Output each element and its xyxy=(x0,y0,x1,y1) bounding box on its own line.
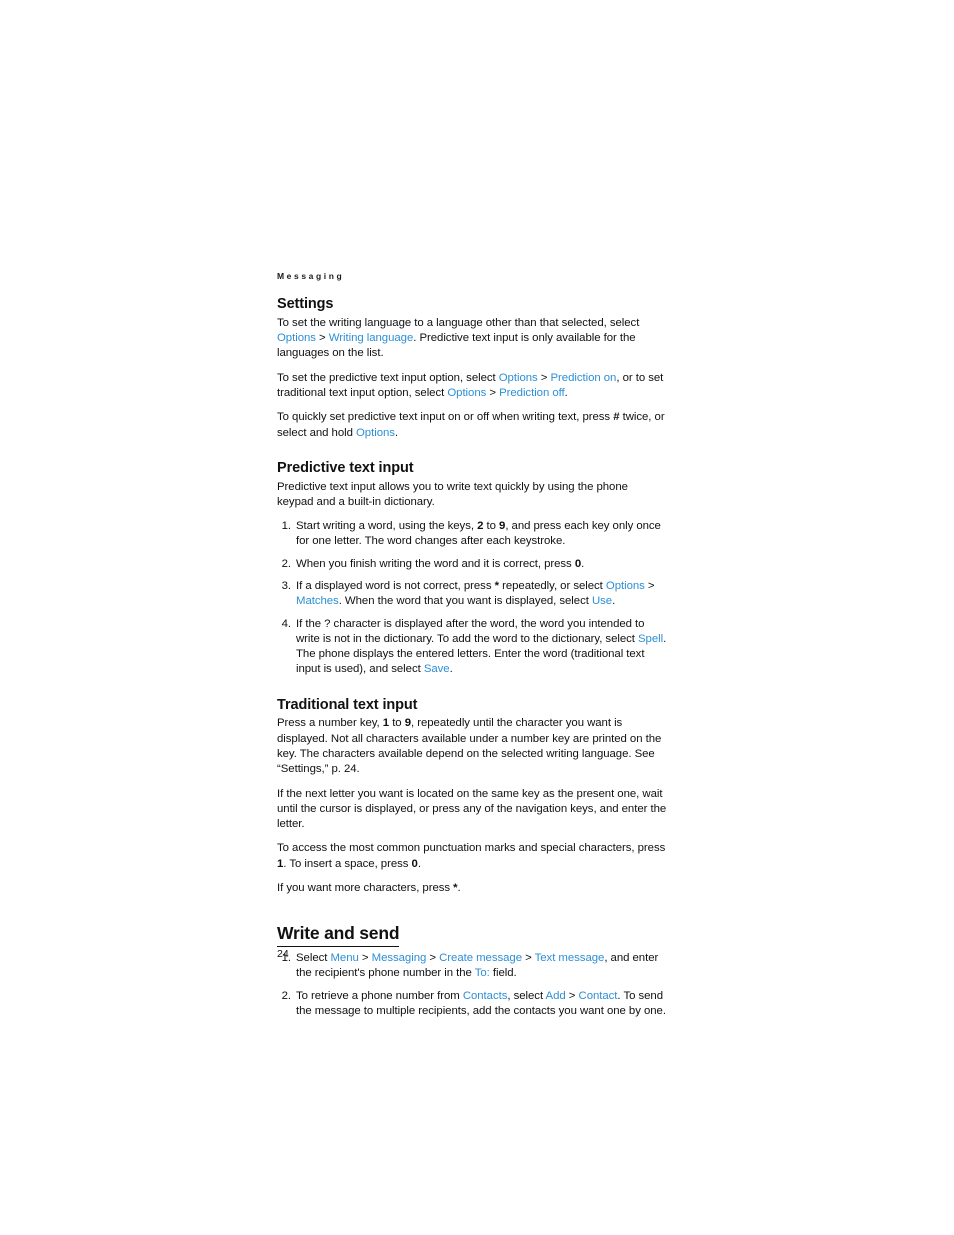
running-head: Messaging xyxy=(277,271,345,281)
text-run: repeatedly, or select xyxy=(498,580,606,592)
link-matches[interactable]: Matches xyxy=(296,595,339,607)
predictive-steps-list: 1. Start writing a word, using the keys, … xyxy=(277,519,667,678)
list-number: 4. xyxy=(281,617,291,630)
link-contacts[interactable]: Contacts xyxy=(463,990,508,1002)
link-menu[interactable]: Menu xyxy=(330,952,358,964)
heading-write-and-send-text: Write and send xyxy=(277,922,400,948)
link-options[interactable]: Options xyxy=(356,427,395,439)
text-run: . xyxy=(581,557,585,570)
text-run: . When the word that you want is display… xyxy=(338,595,592,608)
text-run: > xyxy=(537,371,551,384)
link-prediction-off[interactable]: Prediction off xyxy=(499,387,565,399)
list-item: 4. If the ? character is displayed after … xyxy=(277,617,667,678)
write-and-send-steps-list: 1. Select Menu > Messaging > Create messa… xyxy=(277,951,667,1019)
text-run: > xyxy=(486,387,500,400)
text-run: . xyxy=(449,663,453,676)
text-run: field. xyxy=(489,967,517,980)
text-run: If you want more characters, press xyxy=(277,882,454,894)
link-options[interactable]: Options xyxy=(499,372,538,384)
text-run: , select xyxy=(507,989,546,1002)
text-run: . xyxy=(457,882,461,894)
text-run: To quickly set predictive text input on … xyxy=(277,411,614,424)
list-item: 3. If a displayed word is not correct, pr… xyxy=(277,579,667,610)
link-spell[interactable]: Spell xyxy=(638,633,663,645)
text-run: . xyxy=(612,595,616,608)
link-writing-language[interactable]: Writing language xyxy=(329,332,414,344)
settings-paragraph-2: To set the predictive text input option,… xyxy=(277,371,667,402)
link-options[interactable]: Options xyxy=(447,387,486,399)
list-number: 1. xyxy=(281,520,291,533)
text-run: To retrieve a phone number from xyxy=(296,989,463,1002)
text-run: > xyxy=(426,952,440,965)
text-run: > xyxy=(565,989,579,1002)
text-run: > xyxy=(521,952,535,965)
traditional-paragraph-4: If you want more characters, press *. xyxy=(277,881,667,896)
predictive-intro: Predictive text input allows you to writ… xyxy=(277,480,628,508)
text-run: Press a number key, xyxy=(277,717,383,730)
text-run: When you finish writing the word and it … xyxy=(296,557,575,570)
link-save[interactable]: Save xyxy=(424,663,450,675)
list-number: 2. xyxy=(281,989,291,1002)
link-create-message[interactable]: Create message xyxy=(439,952,522,964)
text-run: . To insert a space, press xyxy=(283,857,412,870)
text-run: . xyxy=(394,426,399,439)
traditional-paragraph-2: If the next letter you want is located o… xyxy=(277,787,667,831)
text-run: If the ? character is displayed after th… xyxy=(296,617,645,645)
settings-paragraph-3: To quickly set predictive text input on … xyxy=(277,410,667,441)
list-item: 1. Start writing a word, using the keys, … xyxy=(277,519,667,550)
list-item: 2. To retrieve a phone number from Contac… xyxy=(277,989,667,1020)
page-number: 24 xyxy=(277,948,289,960)
text-run: To set the predictive text input option,… xyxy=(277,371,499,384)
text-run: To access the most common punctuation ma… xyxy=(277,842,666,855)
text-run: If a displayed word is not correct, pres… xyxy=(296,580,495,592)
link-contact[interactable]: Contact xyxy=(579,990,618,1002)
link-to-field[interactable]: To: xyxy=(475,967,490,979)
traditional-paragraph-3: To access the most common punctuation ma… xyxy=(277,841,667,872)
text-run: Start writing a word, using the keys, xyxy=(296,520,478,533)
link-messaging[interactable]: Messaging xyxy=(372,952,427,964)
text-run: > xyxy=(315,332,329,345)
text-run: Select xyxy=(296,952,331,965)
link-options[interactable]: Options xyxy=(606,580,645,592)
text-run: > xyxy=(358,952,372,965)
list-number: 3. xyxy=(281,580,291,592)
heading-predictive-text-input: Predictive text input xyxy=(277,459,414,476)
link-options[interactable]: Options xyxy=(277,332,316,344)
heading-write-and-send: Write and send xyxy=(277,922,667,948)
heading-traditional-text-input: Traditional text input xyxy=(277,696,418,713)
list-item: 1. Select Menu > Messaging > Create messa… xyxy=(277,951,667,982)
link-add[interactable]: Add xyxy=(546,990,566,1002)
list-item: 2. When you finish writing the word and i… xyxy=(277,557,667,572)
text-run: to xyxy=(389,717,405,730)
settings-paragraph-1: To set the writing language to a languag… xyxy=(277,316,667,362)
heading-settings: Settings xyxy=(277,296,334,313)
text-run: . xyxy=(564,387,568,400)
link-use[interactable]: Use xyxy=(592,595,612,607)
link-text-message[interactable]: Text message xyxy=(535,952,605,964)
traditional-paragraph-1: Press a number key, 1 to 9, repeatedly u… xyxy=(277,716,667,777)
link-prediction-on[interactable]: Prediction on xyxy=(551,372,617,384)
page-content: Messaging Settings To set the writing la… xyxy=(277,271,667,1019)
text-run: To set the writing language to a languag… xyxy=(277,316,640,329)
list-number: 2. xyxy=(281,557,291,570)
text-run: > xyxy=(644,580,655,592)
text-run: to xyxy=(483,520,500,533)
text-run: . xyxy=(417,857,421,870)
